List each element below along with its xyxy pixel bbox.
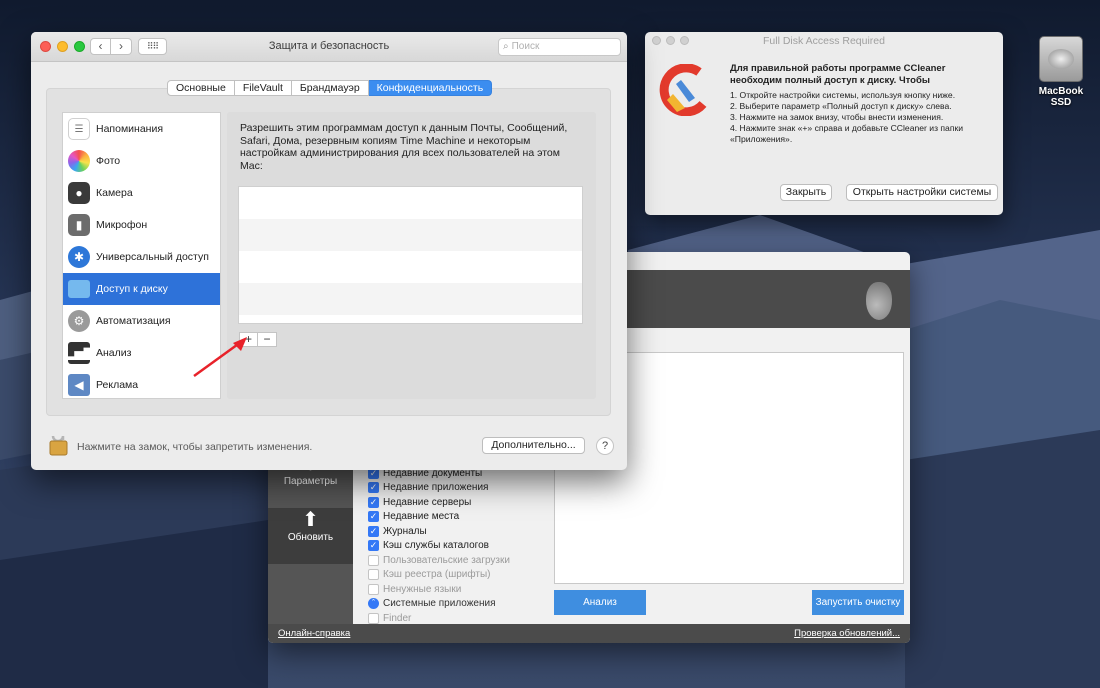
open-settings-button[interactable]: Открыть настройки системы bbox=[846, 184, 998, 201]
checkbox-checked-icon[interactable]: ✓ bbox=[368, 496, 379, 508]
nav-update-label: Обновить bbox=[287, 532, 334, 543]
zoom-window-icon[interactable] bbox=[680, 36, 689, 45]
microphone-icon: ▮ bbox=[68, 214, 90, 236]
tab-filevault[interactable]: FileVault bbox=[234, 80, 292, 96]
access-description: Разрешить этим программам доступ к данны… bbox=[240, 122, 568, 172]
checkbox-checked-icon[interactable]: ✓ bbox=[368, 525, 379, 537]
megaphone-icon: ◀ bbox=[68, 374, 90, 396]
option-user-downloads[interactable]: Пользовательские загрузки bbox=[368, 553, 558, 568]
cleaning-options-list: ✓ Недавние документы ✓ Недавние приложения… bbox=[368, 466, 558, 626]
ccleaner-footer: Онлайн-справка Проверка обновлений... bbox=[268, 624, 910, 643]
sidebar-item-automation[interactable]: ⚙ Автоматизация bbox=[63, 305, 220, 337]
checkbox-unchecked-icon[interactable] bbox=[368, 554, 379, 566]
sidebar-item-photos[interactable]: Фото bbox=[63, 145, 220, 177]
allowed-apps-list[interactable] bbox=[238, 186, 583, 324]
sidebar-item-full-disk-access[interactable]: Доступ к диску bbox=[63, 273, 220, 305]
section-system-apps[interactable]: ˆ Системные приложения bbox=[368, 597, 558, 612]
chart-icon: ▂▅▇ bbox=[65, 342, 93, 364]
option-recent-places[interactable]: ✓ Недавние места bbox=[368, 510, 558, 525]
close-window-icon[interactable] bbox=[652, 36, 661, 45]
checkbox-unchecked-icon[interactable] bbox=[368, 612, 379, 624]
pear-logo-icon bbox=[866, 282, 892, 320]
search-input[interactable]: ⌕ Поиск bbox=[498, 38, 621, 56]
option-directory-cache[interactable]: ✓ Кэш службы каталогов bbox=[368, 539, 558, 554]
help-button[interactable]: ? bbox=[596, 437, 614, 455]
dialog-steps: 1. Откройте настройки системы, используя… bbox=[730, 90, 995, 145]
step-1: 1. Откройте настройки системы, используя… bbox=[730, 90, 956, 100]
list-row bbox=[239, 187, 582, 219]
reminders-icon: ☰ bbox=[68, 118, 90, 140]
security-preferences-window: ‹ › ⠿⠿ Защита и безопасность ⌕ Поиск Осно… bbox=[31, 32, 627, 470]
dialog-title: Full Disk Access Required bbox=[645, 32, 1003, 50]
option-font-cache[interactable]: Кэш реестра (шрифты) bbox=[368, 568, 558, 583]
checkbox-checked-icon[interactable]: ✓ bbox=[368, 540, 379, 552]
lock-hint: Нажмите на замок, чтобы запретить измене… bbox=[77, 441, 313, 453]
red-arrow-annotation bbox=[193, 337, 247, 378]
remove-app-button[interactable]: − bbox=[258, 332, 277, 347]
ccleaner-sidebar: ⚙ Параметры ⬆ Обновить bbox=[268, 452, 353, 624]
desktop: MacBook SSD ⚙ Параметры ⬆ Обновить ✓Неда… bbox=[0, 0, 1100, 688]
list-row bbox=[239, 219, 582, 251]
camera-icon: ● bbox=[68, 182, 90, 204]
tab-firewall[interactable]: Брандмауэр bbox=[291, 80, 369, 96]
accessibility-icon: ✱ bbox=[68, 246, 90, 268]
nav-update[interactable]: ⬆ Обновить bbox=[268, 508, 353, 564]
tab-general[interactable]: Основные bbox=[167, 80, 235, 96]
option-recent-servers[interactable]: ✓ Недавние серверы bbox=[368, 495, 558, 510]
photos-icon bbox=[68, 150, 90, 172]
step-4: 4. Нажмите знак «+» справа и добавьте CC… bbox=[730, 123, 964, 144]
checkbox-unchecked-icon[interactable] bbox=[368, 569, 379, 581]
run-cleaner-button[interactable]: Запустить очистку bbox=[812, 590, 904, 615]
desktop-drive[interactable]: MacBook SSD bbox=[1028, 36, 1094, 108]
sidebar-item-reminders[interactable]: ☰ Напоминания bbox=[63, 113, 220, 145]
window-controls bbox=[652, 36, 689, 45]
list-row bbox=[239, 251, 582, 283]
option-logs[interactable]: ✓ Журналы bbox=[368, 524, 558, 539]
sidebar-item-camera[interactable]: ● Камера bbox=[63, 177, 220, 209]
minimize-window-icon[interactable] bbox=[666, 36, 675, 45]
option-recent-apps[interactable]: ✓ Недавние приложения bbox=[368, 481, 558, 496]
window-titlebar: ‹ › ⠿⠿ Защита и безопасность ⌕ Поиск bbox=[31, 32, 627, 62]
lock-open-icon[interactable] bbox=[48, 430, 70, 456]
tab-bar: Основные FileVault Брандмауэр Конфиденци… bbox=[167, 80, 493, 96]
option-unused-languages[interactable]: Ненужные языки bbox=[368, 582, 558, 597]
check-updates-link[interactable]: Проверка обновлений... bbox=[794, 628, 900, 639]
step-3: 3. Нажмите на замок внизу, чтобы внести … bbox=[730, 112, 944, 122]
tab-privacy[interactable]: Конфиденциальность bbox=[368, 80, 493, 96]
chevron-up-icon[interactable]: ˆ bbox=[368, 598, 379, 610]
ccleaner-logo-icon bbox=[659, 64, 707, 116]
full-disk-access-dialog: Full Disk Access Required Для правильной… bbox=[645, 32, 1003, 215]
list-row bbox=[239, 283, 582, 315]
search-placeholder: Поиск bbox=[511, 41, 540, 52]
gear-icon: ⚙ bbox=[68, 310, 90, 332]
online-help-link[interactable]: Онлайн-справка bbox=[278, 628, 350, 639]
advanced-button[interactable]: Дополнительно... bbox=[482, 437, 585, 454]
close-button[interactable]: Закрыть bbox=[780, 184, 832, 201]
step-2: 2. Выберите параметр «Полный доступ к ди… bbox=[730, 101, 952, 111]
hard-drive-icon bbox=[1039, 36, 1083, 82]
dialog-heading: Для правильной работы программе CCleaner… bbox=[730, 63, 946, 86]
nav-settings-label: Параметры bbox=[283, 476, 338, 487]
drive-label: MacBook SSD bbox=[1038, 86, 1084, 108]
arrow-up-icon: ⬆ bbox=[302, 509, 319, 531]
sidebar-item-microphone[interactable]: ▮ Микрофон bbox=[63, 209, 220, 241]
checkbox-checked-icon[interactable]: ✓ bbox=[368, 511, 379, 523]
sidebar-item-accessibility[interactable]: ✱ Универсальный доступ bbox=[63, 241, 220, 273]
search-icon: ⌕ bbox=[503, 41, 509, 52]
checkbox-checked-icon[interactable]: ✓ bbox=[368, 482, 379, 494]
analyze-button[interactable]: Анализ bbox=[554, 590, 646, 615]
dialog-title-text: Full Disk Access Required bbox=[763, 35, 885, 47]
folder-icon bbox=[68, 280, 90, 298]
checkbox-unchecked-icon[interactable] bbox=[368, 583, 379, 595]
